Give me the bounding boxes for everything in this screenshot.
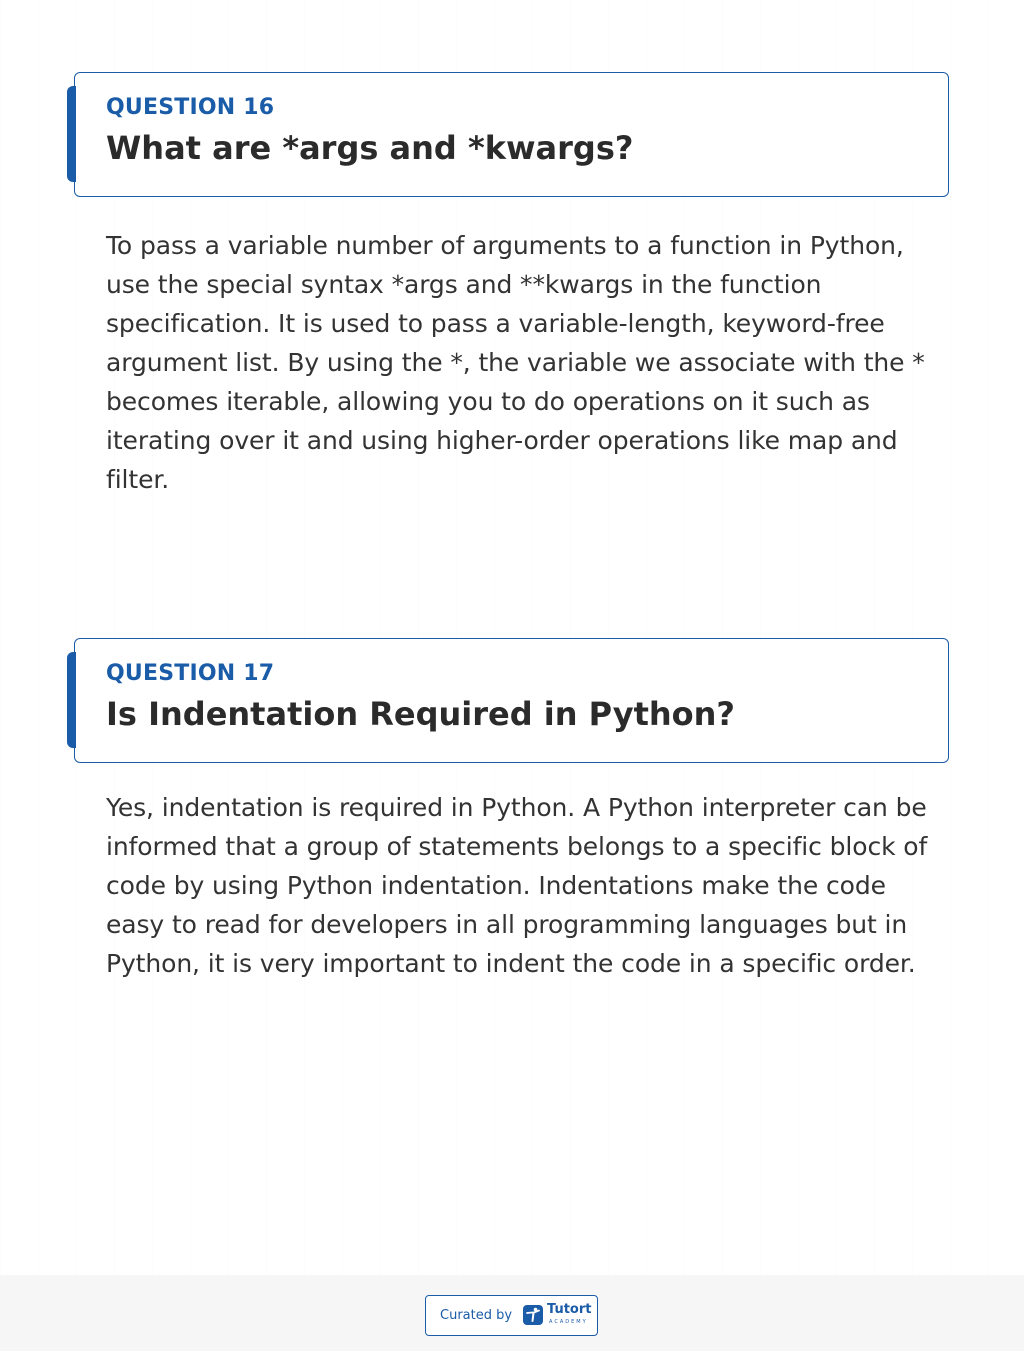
brand-subtitle: ACADEMY [549,1319,588,1325]
answer-text: Yes, indentation is required in Python. … [106,793,928,978]
tutort-logo-icon [523,1305,543,1325]
question-number: QUESTION 17 [106,661,275,686]
question-accent-bar [67,652,76,748]
curated-by-label: Curated by [440,1308,513,1323]
curated-by-badge: Curated by Tutort ACADEMY [425,1295,598,1336]
question-number: QUESTION 16 [106,95,275,120]
question-card-17: QUESTION 17 Is Indentation Required in P… [67,638,949,763]
question-accent-bar [67,86,76,182]
brand-name: Tutort [547,1302,592,1317]
answer-text: To pass a variable number of arguments t… [106,231,925,494]
question-title: Is Indentation Required in Python? [106,695,735,733]
question-title: What are *args and *kwargs? [106,129,634,167]
question-card-16: QUESTION 16 What are *args and *kwargs? [67,72,949,197]
